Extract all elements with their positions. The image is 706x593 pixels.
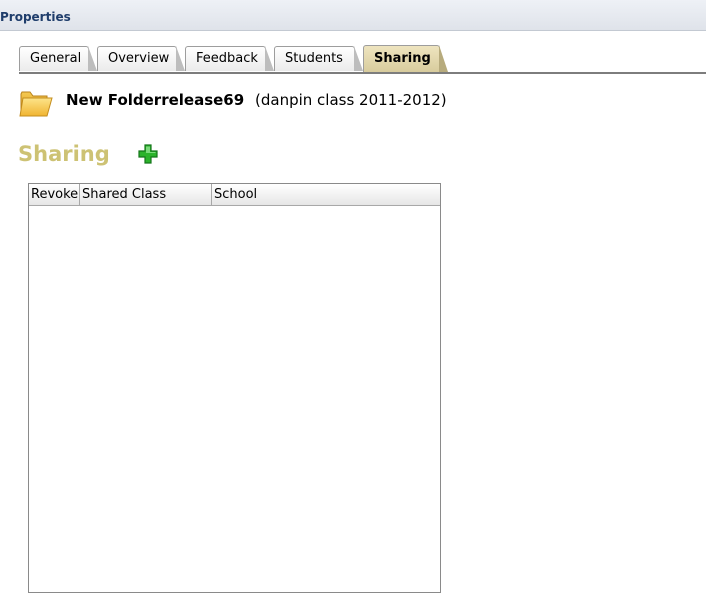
panel-title: Properties [0, 10, 71, 24]
tab-overview[interactable]: Overview [97, 46, 185, 71]
tab-students-label: Students [285, 51, 343, 66]
column-header-school[interactable]: School [212, 184, 440, 205]
folder-class-info: (danpin class 2011-2012) [255, 91, 447, 109]
column-header-revoke[interactable]: Revoke [29, 184, 80, 205]
tab-bar: General Overview Feedback Students Shari… [19, 45, 706, 72]
tab-general-label: General [30, 51, 82, 66]
properties-title-bar: Properties [0, 0, 706, 31]
sharing-table-header: Revoke Shared Class School [29, 184, 440, 206]
folder-icon [19, 91, 53, 117]
column-header-shared-class[interactable]: Shared Class [80, 184, 212, 205]
tab-sharing[interactable]: Sharing [363, 45, 448, 72]
folder-name: New Folderrelease69 [66, 91, 245, 109]
sharing-section-title: Sharing [18, 142, 110, 166]
folder-header: New Folderrelease69 (danpin class 2011-2… [19, 86, 699, 120]
tab-students[interactable]: Students [274, 46, 363, 71]
tab-feedback[interactable]: Feedback [185, 46, 274, 71]
tab-sharing-label: Sharing [374, 51, 431, 66]
tab-overview-label: Overview [108, 51, 170, 66]
add-share-icon[interactable] [137, 143, 159, 165]
tab-general[interactable]: General [19, 46, 97, 71]
tab-feedback-label: Feedback [196, 51, 258, 66]
sharing-table: Revoke Shared Class School [28, 183, 441, 593]
tab-bar-divider [19, 72, 706, 74]
